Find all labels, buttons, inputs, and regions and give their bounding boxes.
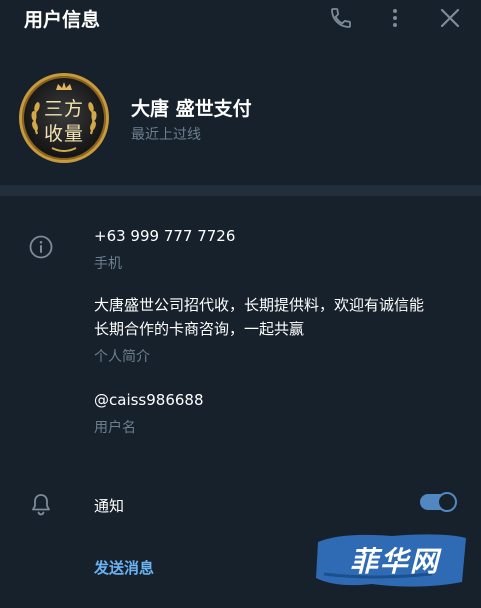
bell-icon	[29, 492, 53, 518]
phone-icon[interactable]	[329, 6, 353, 30]
notifications-toggle[interactable]	[420, 492, 457, 512]
page-title: 用户信息	[24, 9, 101, 31]
watermark-text: 菲华网	[349, 545, 440, 578]
last-seen-status: 最近上过线	[131, 127, 201, 143]
username-label: 用户名	[94, 420, 136, 436]
phone-label: 手机	[94, 256, 122, 272]
avatar[interactable]: 三方 收量	[19, 73, 109, 163]
crown-icon	[56, 82, 72, 90]
bio-line-2: 长期合作的卡商咨询，一起共赢	[94, 320, 305, 338]
bio-label: 个人简介	[94, 349, 150, 365]
more-vertical-icon[interactable]	[383, 6, 407, 30]
section-divider	[0, 185, 481, 196]
close-icon[interactable]	[438, 6, 462, 30]
profile-section: 三方 收量 大唐 盛世支付 最近上过线	[0, 68, 481, 178]
avatar-text-bottom: 收量	[43, 123, 84, 145]
avatar-text-top: 三方	[43, 98, 84, 120]
header: 用户信息	[0, 0, 481, 36]
info-icon	[28, 234, 54, 260]
bio-line-1: 大唐盛世公司招代收，长期提供料，欢迎有诚信能	[94, 296, 425, 314]
phone-number[interactable]: +63 999 777 7726	[94, 225, 235, 247]
watermark-logo: 菲华网	[312, 528, 470, 592]
username[interactable]: @caiss986688	[94, 389, 204, 411]
notifications-label: 通知	[94, 497, 125, 515]
toggle-knob	[437, 492, 457, 512]
profile-name: 大唐 盛世支付	[131, 98, 252, 120]
send-message-button[interactable]: 发送消息	[94, 557, 154, 578]
